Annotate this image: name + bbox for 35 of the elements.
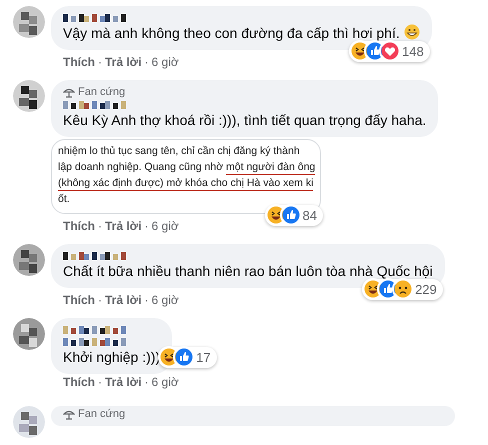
fan-badge-label: Fan cứng [78,408,126,421]
fan-badge-label: Fan cứng [78,86,126,99]
fan-badge-icon [63,409,75,420]
separator-dot: · [144,55,149,70]
action-link[interactable]: Thích [63,375,95,390]
separator-dot: · [144,375,149,390]
timestamp: 6 giờ [152,293,179,308]
separator-dot: · [98,293,102,308]
action-link[interactable]: Trả lời [105,219,142,234]
action-link[interactable]: Trả lời [105,375,142,390]
separator-dot: · [144,219,149,234]
separator-dot: · [144,293,149,308]
screenshot-text-line: ốt. [58,192,71,207]
screenshot-text-line: (không xác định được) mở khóa cho chị Hà vào xem ki [58,176,314,191]
reaction-summary[interactable]: 229 [362,278,443,300]
separator-dot: · [98,219,102,234]
separator-dot: · [98,375,102,390]
timestamp: 6 giờ [152,55,179,70]
comment-text: Kêu Kỳ Anh thợ khoá rồi :))), tình tiết quan trọng đấy haha. [63,111,426,130]
action-link[interactable]: Thích [63,293,95,308]
action-link[interactable]: Thích [63,219,95,234]
screenshot-text-line: nhiệm lo thủ tục sang tên, chỉ cần chị đăng ký thành [58,144,301,159]
separator-dot: · [98,55,102,70]
timestamp: 6 giờ [152,375,179,390]
action-link[interactable]: Thích [63,55,95,70]
reaction-summary[interactable]: 148 [349,40,430,62]
fan-badge-icon [63,87,75,98]
comment-text: Vậy mà anh không theo con đường đa cấp thì hơi phí. [63,24,420,43]
action-link[interactable]: Trả lời [105,55,142,70]
comment-text: Chất ít bữa nhiều thanh niên rao bán luôn tòa nhà Quốc hội [63,262,433,281]
screenshot-text-line: lập doanh nghiệp. Quang cũng nhờ một người đàn ông [58,160,314,175]
timestamp: 6 giờ [152,219,179,234]
reaction-summary[interactable]: 17 [158,346,217,368]
reaction-summary[interactable]: 84 [264,204,323,226]
action-link[interactable]: Trả lời [105,293,142,308]
